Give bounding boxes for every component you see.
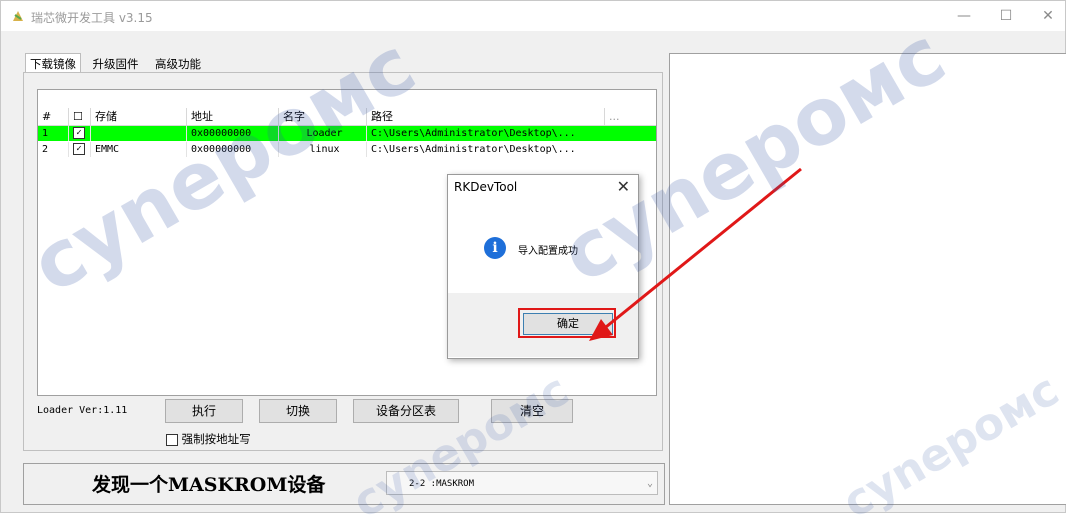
window-close-button[interactable]: ✕ — [1031, 5, 1065, 27]
dialog-footer: 确定 — [448, 293, 638, 357]
window-title: 瑞芯微开发工具 v3.15 — [31, 11, 153, 25]
tab-download-image[interactable]: 下载镜像 — [25, 53, 81, 74]
force-write-option[interactable]: 强制按地址写 — [166, 431, 251, 447]
device-select-value: 2-2 :MASKROM — [409, 479, 475, 489]
row-checkbox-cell: ✓ — [68, 142, 90, 157]
ok-highlight-box: 确定 — [518, 308, 616, 338]
ok-button[interactable]: 确定 — [523, 313, 613, 335]
switch-button[interactable]: 切换 — [259, 399, 337, 423]
row-path[interactable]: C:\Users\Administrator\Desktop\... — [366, 126, 604, 141]
app-icon — [13, 11, 23, 21]
minimize-button[interactable]: — — [947, 5, 981, 27]
row-address[interactable]: 0x00000000 — [186, 142, 278, 157]
info-icon: i — [484, 237, 506, 259]
row-checkbox[interactable]: ✓ — [73, 143, 85, 155]
log-pane[interactable] — [669, 53, 1066, 505]
row-storage: EMMC — [90, 142, 186, 157]
force-write-checkbox[interactable] — [166, 433, 178, 446]
dialog-message: 导入配置成功 — [518, 246, 578, 257]
maximize-button[interactable]: ☐ — [989, 5, 1023, 27]
header-more[interactable]: ... — [604, 108, 634, 125]
row-index: 2 — [42, 144, 49, 155]
app-window: 瑞芯微开发工具 v3.15 — ☐ ✕ 下载镜像 升级固件 高级功能 # ☐ 存… — [0, 0, 1066, 529]
row-path[interactable]: C:\Users\Administrator\Desktop\... — [366, 142, 604, 157]
clear-button[interactable]: 清空 — [491, 399, 573, 423]
force-write-label: 强制按地址写 — [181, 432, 251, 446]
header-index[interactable]: # — [38, 108, 68, 125]
list-header: # ☐ 存储 地址 名字 路径 ... — [38, 108, 656, 126]
row-checkbox-cell: ✓ — [68, 126, 90, 141]
header-check[interactable]: ☐ — [68, 108, 90, 125]
run-button[interactable]: 执行 — [165, 399, 243, 423]
device-select[interactable]: 2-2 :MASKROM ⌄ — [386, 471, 658, 495]
dialog-close-button[interactable]: ✕ — [617, 177, 630, 196]
table-row[interactable]: 2 ✓ EMMC 0x00000000 linux C:\Users\Admin… — [38, 142, 656, 157]
header-address[interactable]: 地址 — [186, 108, 278, 125]
header-name[interactable]: 名字 — [278, 108, 366, 125]
row-address[interactable]: 0x00000000 — [186, 126, 278, 141]
loader-version: Loader Ver:1.11 — [37, 405, 128, 416]
header-path[interactable]: 路径 — [366, 108, 604, 125]
tab-bar: 下载镜像 升级固件 高级功能 — [25, 53, 209, 74]
table-row[interactable]: 1 ✓ 0x00000000 Loader C:\Users\Administr… — [38, 126, 656, 141]
title-bar: 瑞芯微开发工具 v3.15 — ☐ ✕ — [1, 1, 1065, 31]
row-name[interactable]: Loader — [278, 126, 366, 141]
header-storage[interactable]: 存储 — [90, 108, 186, 125]
row-index: 1 — [42, 128, 49, 139]
device-status: 发现一个MASKROM设备 — [92, 474, 326, 496]
partition-table-button[interactable]: 设备分区表 — [353, 399, 459, 423]
dialog-title: RKDevTool — [454, 180, 518, 194]
status-bar: 发现一个MASKROM设备 2-2 :MASKROM ⌄ — [23, 463, 665, 505]
chevron-down-icon[interactable]: ⌄ — [647, 472, 653, 496]
message-dialog: RKDevTool ✕ i 导入配置成功 确定 — [447, 174, 639, 359]
row-checkbox[interactable]: ✓ — [73, 127, 85, 139]
row-name[interactable]: linux — [278, 142, 366, 157]
row-storage — [90, 126, 186, 141]
